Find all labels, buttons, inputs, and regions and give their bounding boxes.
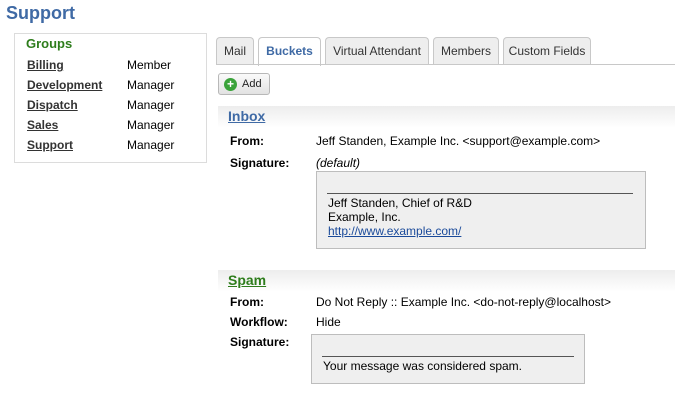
signature-line: Jeff Standen, Chief of R&D <box>328 196 472 210</box>
group-link-development[interactable]: Development <box>27 78 102 92</box>
plus-circle-icon: + <box>224 78 237 91</box>
signature-preview: Your message was considered spam. <box>311 334 585 384</box>
bucket-name-inbox[interactable]: Inbox <box>228 108 265 124</box>
signature-line: Your message was considered spam. <box>323 359 522 373</box>
tab-buckets[interactable]: Buckets <box>258 37 321 66</box>
workflow-value: Hide <box>316 315 341 329</box>
from-label: From: <box>230 134 264 148</box>
groups-title: Groups <box>26 36 73 51</box>
group-link-billing[interactable]: Billing <box>27 58 64 72</box>
page-title: Support <box>6 3 75 23</box>
group-row-dispatch: Dispatch Manager <box>27 98 202 116</box>
group-role: Manager <box>127 98 175 112</box>
tab-custom-fields[interactable]: Custom Fields <box>503 37 591 64</box>
bucket-header <box>218 106 675 128</box>
signature-preview: Jeff Standen, Chief of R&D Example, Inc.… <box>316 171 646 249</box>
group-role: Manager <box>127 118 175 132</box>
bucket-name-spam[interactable]: Spam <box>228 272 266 288</box>
group-role: Manager <box>127 138 175 152</box>
groups-panel: Groups Billing Member Development Manage… <box>14 33 207 163</box>
from-value: Do Not Reply :: Example Inc. <do-not-rep… <box>316 295 611 309</box>
signature-label: Signature: <box>230 156 290 170</box>
tab-mail[interactable]: Mail <box>216 37 254 64</box>
add-button-label: Add <box>242 78 262 90</box>
group-link-support[interactable]: Support <box>27 138 73 152</box>
signature-line: Example, Inc. <box>328 210 401 224</box>
group-row-development: Development Manager <box>27 78 202 96</box>
signature-divider <box>322 356 574 357</box>
signature-divider <box>327 193 633 194</box>
signature-link[interactable]: http://www.example.com/ <box>328 224 461 238</box>
group-row-sales: Sales Manager <box>27 118 202 136</box>
group-link-sales[interactable]: Sales <box>27 118 58 132</box>
bucket-spam: Spam From: Do Not Reply :: Example Inc. … <box>218 270 675 390</box>
from-value: Jeff Standen, Example Inc. <support@exam… <box>316 134 601 148</box>
tab-divider <box>216 64 675 65</box>
signature-label: Signature: <box>230 335 290 349</box>
group-row-billing: Billing Member <box>27 58 202 76</box>
tab-virtual-attendant[interactable]: Virtual Attendant <box>325 37 429 64</box>
bucket-header <box>218 270 675 292</box>
group-role: Member <box>127 58 172 72</box>
workflow-label: Workflow: <box>230 315 288 329</box>
tab-members[interactable]: Members <box>433 37 499 64</box>
from-label: From: <box>230 295 264 309</box>
bucket-inbox: Inbox From: Jeff Standen, Example Inc. <… <box>218 106 675 256</box>
signature-default-note: (default) <box>316 156 361 170</box>
group-row-support: Support Manager <box>27 138 202 156</box>
group-role: Manager <box>127 78 175 92</box>
group-link-dispatch[interactable]: Dispatch <box>27 98 78 112</box>
add-bucket-button[interactable]: + Add <box>218 73 270 95</box>
